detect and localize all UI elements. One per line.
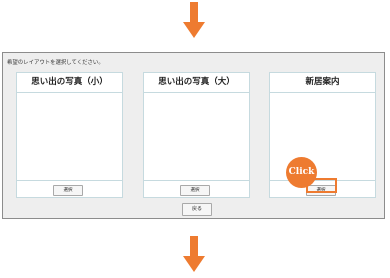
select-button[interactable]: 選択 [180,185,210,196]
select-button[interactable]: 選択 [53,185,83,196]
layout-card-small-photo: 思い出の写真（小） 選択 [16,72,123,198]
layout-selection-dialog: 希望のレイアウトを選択してください。 思い出の写真（小） 選択 思い出の写真（大… [2,52,385,219]
down-arrow-icon [183,2,205,38]
down-arrow-icon [183,236,205,272]
card-title: 思い出の写真（大） [144,73,249,93]
click-callout-badge: Click [286,157,317,188]
layout-card-large-photo: 思い出の写真（大） 選択 [143,72,250,198]
back-button[interactable]: 戻る [182,203,212,216]
card-footer: 選択 [144,181,249,200]
instruction-text: 希望のレイアウトを選択してください。 [7,60,104,66]
card-footer: 選択 [17,181,122,200]
card-title: 新居案内 [270,73,375,93]
card-title: 思い出の写真（小） [17,73,122,93]
card-preview [144,93,249,181]
card-preview [17,93,122,181]
